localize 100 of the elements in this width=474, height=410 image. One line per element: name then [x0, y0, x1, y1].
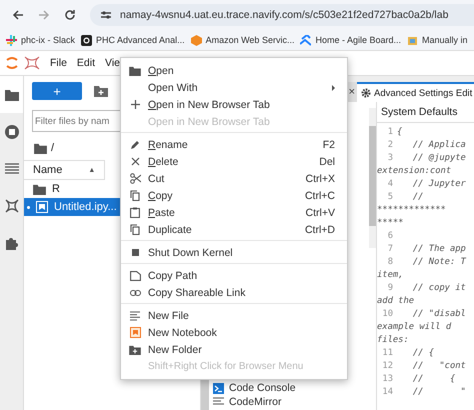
bookmark[interactable]: Amazon Web Servic... [190, 34, 294, 46]
code-text: { [397, 126, 402, 139]
code-text: // copy it [412, 282, 466, 295]
line-number: 1 [386, 126, 394, 139]
code-text: files: [377, 334, 409, 347]
new-folder-icon [129, 344, 141, 354]
scissors-icon [130, 173, 140, 184]
menu-item[interactable]: Shut Down Kernel [121, 244, 347, 261]
code-text: // Jupyter [412, 178, 466, 191]
sidebar-tab[interactable] [0, 76, 23, 113]
notebook-icon [36, 201, 48, 213]
url-text: namay-4wsnu4.uat.eu.trace.navify.com/s/c503e21f2ed727bac0a2b/lab [120, 9, 448, 21]
line-number: 3 [386, 152, 394, 165]
slack-icon [6, 34, 17, 46]
settings-tab[interactable]: Advanced Settings Edit [357, 82, 474, 102]
line-number: 10 [381, 308, 394, 321]
folder-icon [129, 66, 141, 76]
stop-circle-icon [4, 124, 18, 138]
code-text: // Note: T [412, 256, 466, 269]
launcher-item[interactable]: CodeMirror [213, 395, 376, 409]
new-folder-icon[interactable] [94, 85, 108, 97]
code-text: item, [377, 269, 404, 282]
crossed-loops-icon [24, 56, 40, 70]
line-number: 2 [386, 139, 394, 152]
line-number: 9 [386, 282, 394, 295]
address-bar[interactable]: namay-4wsnu4.uat.eu.trace.navify.com/s/c503e21f2ed727bac0a2b/lab [90, 4, 474, 26]
pane-header: System Defaults [377, 102, 474, 123]
code-text: // { [412, 347, 434, 360]
line-number: 6 [386, 230, 394, 243]
link-icon [130, 290, 140, 296]
code-text: ************* [377, 204, 446, 217]
bookmark[interactable]: PHC Advanced Anal... [81, 34, 185, 46]
gear-icon [361, 88, 371, 98]
github-icon [81, 34, 92, 46]
plus-icon [130, 100, 140, 109]
folder-icon [4, 88, 18, 100]
line-number: 13 [381, 373, 394, 386]
folder-icon [33, 184, 46, 194]
stop-icon [132, 249, 138, 256]
site-settings-icon[interactable] [100, 10, 112, 20]
menu-item[interactable]: New Folder [121, 341, 347, 358]
line-number: 8 [386, 256, 394, 269]
close-tab-button[interactable]: × [348, 86, 355, 98]
line-number: 11 [381, 347, 394, 360]
scrollbar[interactable] [369, 108, 376, 248]
arrows-icon [300, 34, 312, 46]
text-lines-icon [213, 397, 224, 407]
close-icon [130, 157, 140, 166]
menu-item[interactable]: New Notebook [121, 324, 347, 341]
code-text: add the [377, 295, 414, 308]
folder-icon[interactable] [34, 142, 47, 154]
menu-item[interactable]: New File [121, 307, 347, 324]
code-text: // "disabl [412, 308, 466, 321]
file-icon [130, 270, 140, 280]
crossed-loops-icon [4, 198, 18, 212]
menu-item[interactable]: Open With [121, 79, 347, 96]
puzzle-icon [4, 236, 18, 250]
line-number: 7 [386, 243, 394, 256]
launcher-item[interactable]: Code Console [213, 381, 376, 395]
copy-icon [130, 224, 140, 235]
menu-item[interactable]: Cut Ctrl+X [121, 170, 347, 187]
code-text: // [412, 191, 424, 204]
code-text: // The app [412, 243, 466, 256]
code-text: // { [412, 373, 456, 386]
back-icon[interactable] [12, 9, 24, 21]
reload-icon[interactable] [64, 9, 76, 21]
menu-item[interactable]: Rename F2 [121, 136, 347, 153]
code-text: // "cont [412, 360, 466, 373]
bookmark[interactable]: phc-ix - Slack [6, 34, 76, 46]
list-icon [4, 163, 18, 174]
code-text: ***** [377, 217, 404, 230]
bookmark[interactable]: Manually in [407, 34, 468, 46]
clipboard-icon [130, 207, 140, 218]
jupyter-logo-icon [5, 56, 19, 70]
code-text: example will d [377, 321, 452, 334]
menu-item[interactable]: Copy Shareable Link [121, 284, 347, 301]
new-launcher-button[interactable]: + [32, 82, 82, 100]
menu-item[interactable]: Open in New Browser Tab [121, 96, 347, 113]
breadcrumb[interactable]: / [51, 142, 54, 154]
line-number: 4 [386, 178, 394, 191]
menu-item[interactable]: Duplicate Ctrl+D [121, 221, 347, 238]
code-text: // Applica [412, 139, 466, 152]
cube-icon [190, 34, 202, 46]
menu-item[interactable]: Delete Del [121, 153, 347, 170]
text-lines-icon [130, 310, 140, 320]
menu-hint: Shift+Right Click for Browser Menu [147, 360, 304, 374]
console-icon [213, 382, 224, 394]
line-number: 12 [381, 360, 394, 373]
menu-item[interactable]: Open [121, 62, 347, 79]
code-text: // @jupyte [412, 152, 466, 165]
menu-item[interactable]: Copy Path [121, 267, 347, 284]
line-number: 14 [381, 386, 394, 399]
menu-item[interactable]: Edit [72, 57, 100, 69]
code-text: // " [412, 386, 466, 399]
box-icon [407, 34, 418, 46]
column-label: Name [33, 164, 62, 176]
menu-item[interactable]: File [45, 57, 72, 69]
code-text: extension:cont [377, 165, 452, 178]
line-number: 5 [386, 191, 394, 204]
bookmark[interactable]: Home - Agile Board... [300, 34, 401, 46]
